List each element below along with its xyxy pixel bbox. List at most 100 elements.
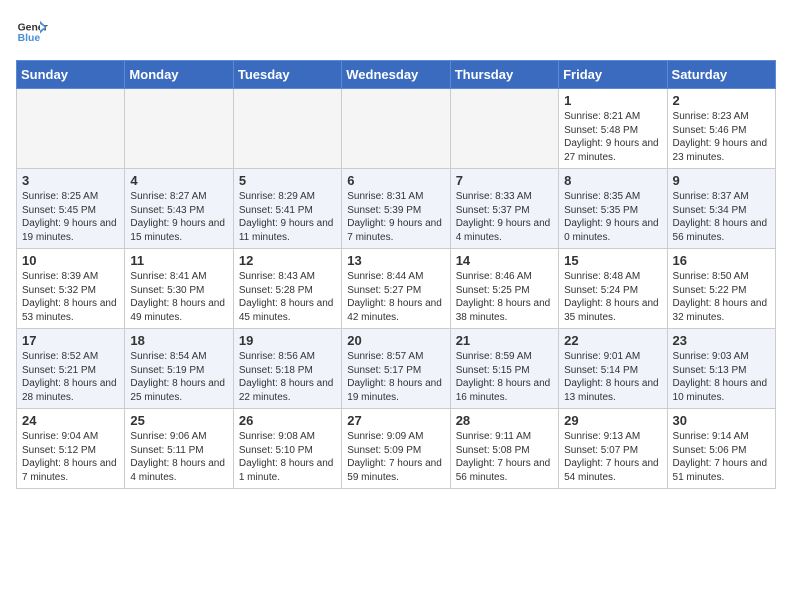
day-number: 15 [564, 253, 661, 268]
day-number: 17 [22, 333, 119, 348]
logo: General Blue [16, 16, 48, 48]
day-number: 16 [673, 253, 770, 268]
calendar-cell: 9 Sunrise: 8:37 AM Sunset: 5:34 PM Daylig… [667, 169, 775, 249]
day-info: Sunrise: 9:03 AM Sunset: 5:13 PM Dayligh… [673, 350, 770, 404]
day-info: Sunrise: 8:33 AM Sunset: 5:37 PM Dayligh… [456, 190, 553, 244]
day-info: Sunrise: 9:13 AM Sunset: 5:07 PM Dayligh… [564, 430, 661, 484]
calendar-cell: 13 Sunrise: 8:44 AM Sunset: 5:27 PM Dayli… [342, 249, 450, 329]
day-info: Sunrise: 8:56 AM Sunset: 5:18 PM Dayligh… [239, 350, 336, 404]
day-number: 18 [130, 333, 227, 348]
weekday-header: Friday [559, 61, 667, 89]
calendar-cell: 18 Sunrise: 8:54 AM Sunset: 5:19 PM Dayli… [125, 329, 233, 409]
calendar-body: 1 Sunrise: 8:21 AM Sunset: 5:48 PM Daylig… [17, 89, 776, 489]
calendar-cell [342, 89, 450, 169]
day-number: 24 [22, 413, 119, 428]
calendar-cell: 27 Sunrise: 9:09 AM Sunset: 5:09 PM Dayli… [342, 409, 450, 489]
calendar-header-row: SundayMondayTuesdayWednesdayThursdayFrid… [17, 61, 776, 89]
day-info: Sunrise: 8:35 AM Sunset: 5:35 PM Dayligh… [564, 190, 661, 244]
calendar-cell [450, 89, 558, 169]
day-number: 21 [456, 333, 553, 348]
day-info: Sunrise: 9:06 AM Sunset: 5:11 PM Dayligh… [130, 430, 227, 484]
day-info: Sunrise: 8:25 AM Sunset: 5:45 PM Dayligh… [22, 190, 119, 244]
calendar-week-row: 1 Sunrise: 8:21 AM Sunset: 5:48 PM Daylig… [17, 89, 776, 169]
calendar-week-row: 10 Sunrise: 8:39 AM Sunset: 5:32 PM Dayli… [17, 249, 776, 329]
calendar-cell: 16 Sunrise: 8:50 AM Sunset: 5:22 PM Dayli… [667, 249, 775, 329]
calendar-cell: 15 Sunrise: 8:48 AM Sunset: 5:24 PM Dayli… [559, 249, 667, 329]
day-info: Sunrise: 9:09 AM Sunset: 5:09 PM Dayligh… [347, 430, 444, 484]
day-info: Sunrise: 8:43 AM Sunset: 5:28 PM Dayligh… [239, 270, 336, 324]
calendar-cell: 25Sunrise: 9:06 AM Sunset: 5:11 PM Dayli… [125, 409, 233, 489]
weekday-header: Tuesday [233, 61, 341, 89]
weekday-header: Monday [125, 61, 233, 89]
calendar-cell: 1 Sunrise: 8:21 AM Sunset: 5:48 PM Daylig… [559, 89, 667, 169]
calendar-cell: 19 Sunrise: 8:56 AM Sunset: 5:18 PM Dayli… [233, 329, 341, 409]
day-number: 28 [456, 413, 553, 428]
calendar-cell: 22 Sunrise: 9:01 AM Sunset: 5:14 PM Dayli… [559, 329, 667, 409]
calendar-cell: 26 Sunrise: 9:08 AM Sunset: 5:10 PM Dayli… [233, 409, 341, 489]
day-info: Sunrise: 9:04 AM Sunset: 5:12 PM Dayligh… [22, 430, 119, 484]
day-number: 22 [564, 333, 661, 348]
day-info: Sunrise: 9:14 AM Sunset: 5:06 PM Dayligh… [673, 430, 770, 484]
day-number: 23 [673, 333, 770, 348]
day-number: 10 [22, 253, 119, 268]
calendar-cell: 24 Sunrise: 9:04 AM Sunset: 5:12 PM Dayli… [17, 409, 125, 489]
calendar-cell: 28Sunrise: 9:11 AM Sunset: 5:08 PM Dayli… [450, 409, 558, 489]
svg-text:Blue: Blue [18, 33, 41, 44]
calendar-cell: 10 Sunrise: 8:39 AM Sunset: 5:32 PM Dayli… [17, 249, 125, 329]
calendar-cell: 30Sunrise: 9:14 AM Sunset: 5:06 PM Dayli… [667, 409, 775, 489]
logo-icon: General Blue [16, 16, 48, 48]
day-number: 13 [347, 253, 444, 268]
calendar-cell: 14 Sunrise: 8:46 AM Sunset: 5:25 PM Dayli… [450, 249, 558, 329]
weekday-header: Thursday [450, 61, 558, 89]
day-number: 6 [347, 173, 444, 188]
calendar-cell: 5Sunrise: 8:29 AM Sunset: 5:41 PM Daylig… [233, 169, 341, 249]
day-number: 12 [239, 253, 336, 268]
day-number: 9 [673, 173, 770, 188]
day-number: 3 [22, 173, 119, 188]
day-number: 14 [456, 253, 553, 268]
day-number: 7 [456, 173, 553, 188]
day-number: 8 [564, 173, 661, 188]
day-number: 1 [564, 93, 661, 108]
day-info: Sunrise: 8:46 AM Sunset: 5:25 PM Dayligh… [456, 270, 553, 324]
day-number: 20 [347, 333, 444, 348]
calendar-cell: 4Sunrise: 8:27 AM Sunset: 5:43 PM Daylig… [125, 169, 233, 249]
day-info: Sunrise: 8:54 AM Sunset: 5:19 PM Dayligh… [130, 350, 227, 404]
calendar-cell [125, 89, 233, 169]
day-info: Sunrise: 8:57 AM Sunset: 5:17 PM Dayligh… [347, 350, 444, 404]
calendar-cell: 11 Sunrise: 8:41 AM Sunset: 5:30 PM Dayli… [125, 249, 233, 329]
calendar-cell: 8 Sunrise: 8:35 AM Sunset: 5:35 PM Daylig… [559, 169, 667, 249]
day-info: Sunrise: 8:59 AM Sunset: 5:15 PM Dayligh… [456, 350, 553, 404]
calendar-cell [233, 89, 341, 169]
day-info: Sunrise: 8:31 AM Sunset: 5:39 PM Dayligh… [347, 190, 444, 244]
day-info: Sunrise: 8:23 AM Sunset: 5:46 PM Dayligh… [673, 110, 770, 164]
weekday-header: Wednesday [342, 61, 450, 89]
day-info: Sunrise: 8:37 AM Sunset: 5:34 PM Dayligh… [673, 190, 770, 244]
day-info: Sunrise: 8:39 AM Sunset: 5:32 PM Dayligh… [22, 270, 119, 324]
day-number: 19 [239, 333, 336, 348]
weekday-header: Sunday [17, 61, 125, 89]
day-info: Sunrise: 8:50 AM Sunset: 5:22 PM Dayligh… [673, 270, 770, 324]
day-info: Sunrise: 8:48 AM Sunset: 5:24 PM Dayligh… [564, 270, 661, 324]
calendar-cell: 2Sunrise: 8:23 AM Sunset: 5:46 PM Daylig… [667, 89, 775, 169]
day-number: 29 [564, 413, 661, 428]
calendar-cell: 29 Sunrise: 9:13 AM Sunset: 5:07 PM Dayli… [559, 409, 667, 489]
day-info: Sunrise: 8:44 AM Sunset: 5:27 PM Dayligh… [347, 270, 444, 324]
day-info: Sunrise: 8:41 AM Sunset: 5:30 PM Dayligh… [130, 270, 227, 324]
day-info: Sunrise: 8:27 AM Sunset: 5:43 PM Dayligh… [130, 190, 227, 244]
calendar-cell: 6 Sunrise: 8:31 AM Sunset: 5:39 PM Daylig… [342, 169, 450, 249]
calendar-table: SundayMondayTuesdayWednesdayThursdayFrid… [16, 60, 776, 489]
day-info: Sunrise: 8:21 AM Sunset: 5:48 PM Dayligh… [564, 110, 661, 164]
weekday-header: Saturday [667, 61, 775, 89]
calendar-cell: 20 Sunrise: 8:57 AM Sunset: 5:17 PM Dayli… [342, 329, 450, 409]
day-number: 11 [130, 253, 227, 268]
calendar-cell [17, 89, 125, 169]
calendar-cell: 7 Sunrise: 8:33 AM Sunset: 5:37 PM Daylig… [450, 169, 558, 249]
day-number: 27 [347, 413, 444, 428]
calendar-cell: 3 Sunrise: 8:25 AM Sunset: 5:45 PM Daylig… [17, 169, 125, 249]
day-info: Sunrise: 9:01 AM Sunset: 5:14 PM Dayligh… [564, 350, 661, 404]
day-info: Sunrise: 9:08 AM Sunset: 5:10 PM Dayligh… [239, 430, 336, 484]
day-number: 5 [239, 173, 336, 188]
calendar-cell: 23 Sunrise: 9:03 AM Sunset: 5:13 PM Dayli… [667, 329, 775, 409]
day-number: 26 [239, 413, 336, 428]
